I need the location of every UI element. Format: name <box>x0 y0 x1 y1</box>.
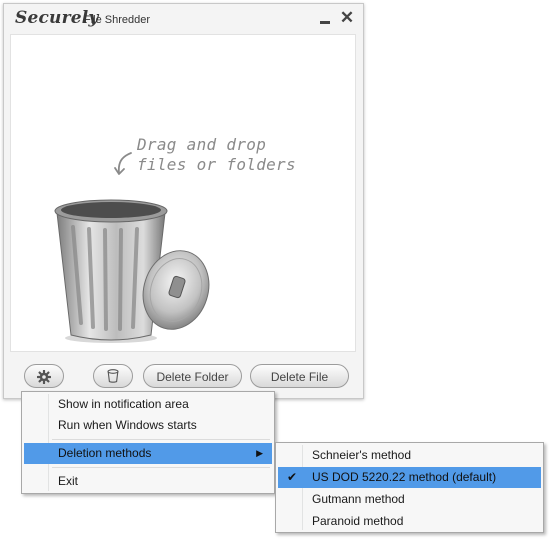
menu-separator <box>52 467 270 468</box>
submenu-item-gutmann[interactable]: Gutmann method <box>278 489 541 510</box>
drop-zone[interactable]: Drag and drop files or folders <box>10 34 356 352</box>
submenu-arrow-icon: ▶ <box>256 448 263 458</box>
menu-separator <box>52 439 270 440</box>
menu-item-label: Exit <box>58 474 79 488</box>
submenu-item-label: Gutmann method <box>312 492 405 506</box>
drop-hint: Drag and drop files or folders <box>137 135 307 175</box>
context-menu: Show in notification area Run when Windo… <box>21 391 275 494</box>
trash-icon <box>107 369 119 383</box>
menu-item-label: Run when Windows starts <box>58 418 197 432</box>
trash-can-illustration <box>54 199 210 343</box>
title-bar[interactable]: Securely File Shredder ✕ <box>4 4 363 32</box>
menu-item-show-notification[interactable]: Show in notification area <box>24 394 272 415</box>
menu-item-exit[interactable]: Exit <box>24 471 272 492</box>
menu-item-deletion-methods[interactable]: Deletion methods ▶ <box>24 443 272 464</box>
drop-hint-line-1: Drag and drop <box>137 135 267 154</box>
gear-icon <box>36 369 52 385</box>
drop-hint-line-2: files or folders <box>137 155 296 174</box>
submenu-item-paranoid[interactable]: Paranoid method <box>278 511 541 532</box>
window-title: File Shredder <box>84 14 151 26</box>
menu-item-run-on-startup[interactable]: Run when Windows starts <box>24 415 272 436</box>
submenu-item-label: US DOD 5220.22 method (default) <box>312 470 497 484</box>
minimize-button[interactable] <box>317 10 333 26</box>
submenu-item-label: Schneier's method <box>312 448 412 462</box>
menu-item-label: Deletion methods <box>58 446 152 460</box>
close-button[interactable]: ✕ <box>339 8 355 27</box>
checkmark-icon: ✔ <box>287 470 298 484</box>
delete-file-button[interactable]: Delete File <box>250 364 349 388</box>
menu-item-label: Show in notification area <box>58 397 189 411</box>
deletion-methods-submenu: Schneier's method ✔ US DOD 5220.22 metho… <box>275 442 544 533</box>
submenu-item-schneier[interactable]: Schneier's method <box>278 445 541 466</box>
delete-folder-button[interactable]: Delete Folder <box>143 364 242 388</box>
toolbar: Delete Folder Delete File <box>4 356 363 396</box>
trash-button[interactable] <box>93 364 133 388</box>
minimize-icon <box>320 21 330 24</box>
curved-arrow-icon <box>114 152 132 175</box>
submenu-item-label: Paranoid method <box>312 514 404 528</box>
settings-button[interactable] <box>24 364 64 388</box>
close-icon: ✕ <box>339 8 355 27</box>
file-shredder-window: Securely File Shredder ✕ Drag and drop f… <box>3 3 364 399</box>
submenu-item-us-dod[interactable]: ✔ US DOD 5220.22 method (default) <box>278 467 541 488</box>
